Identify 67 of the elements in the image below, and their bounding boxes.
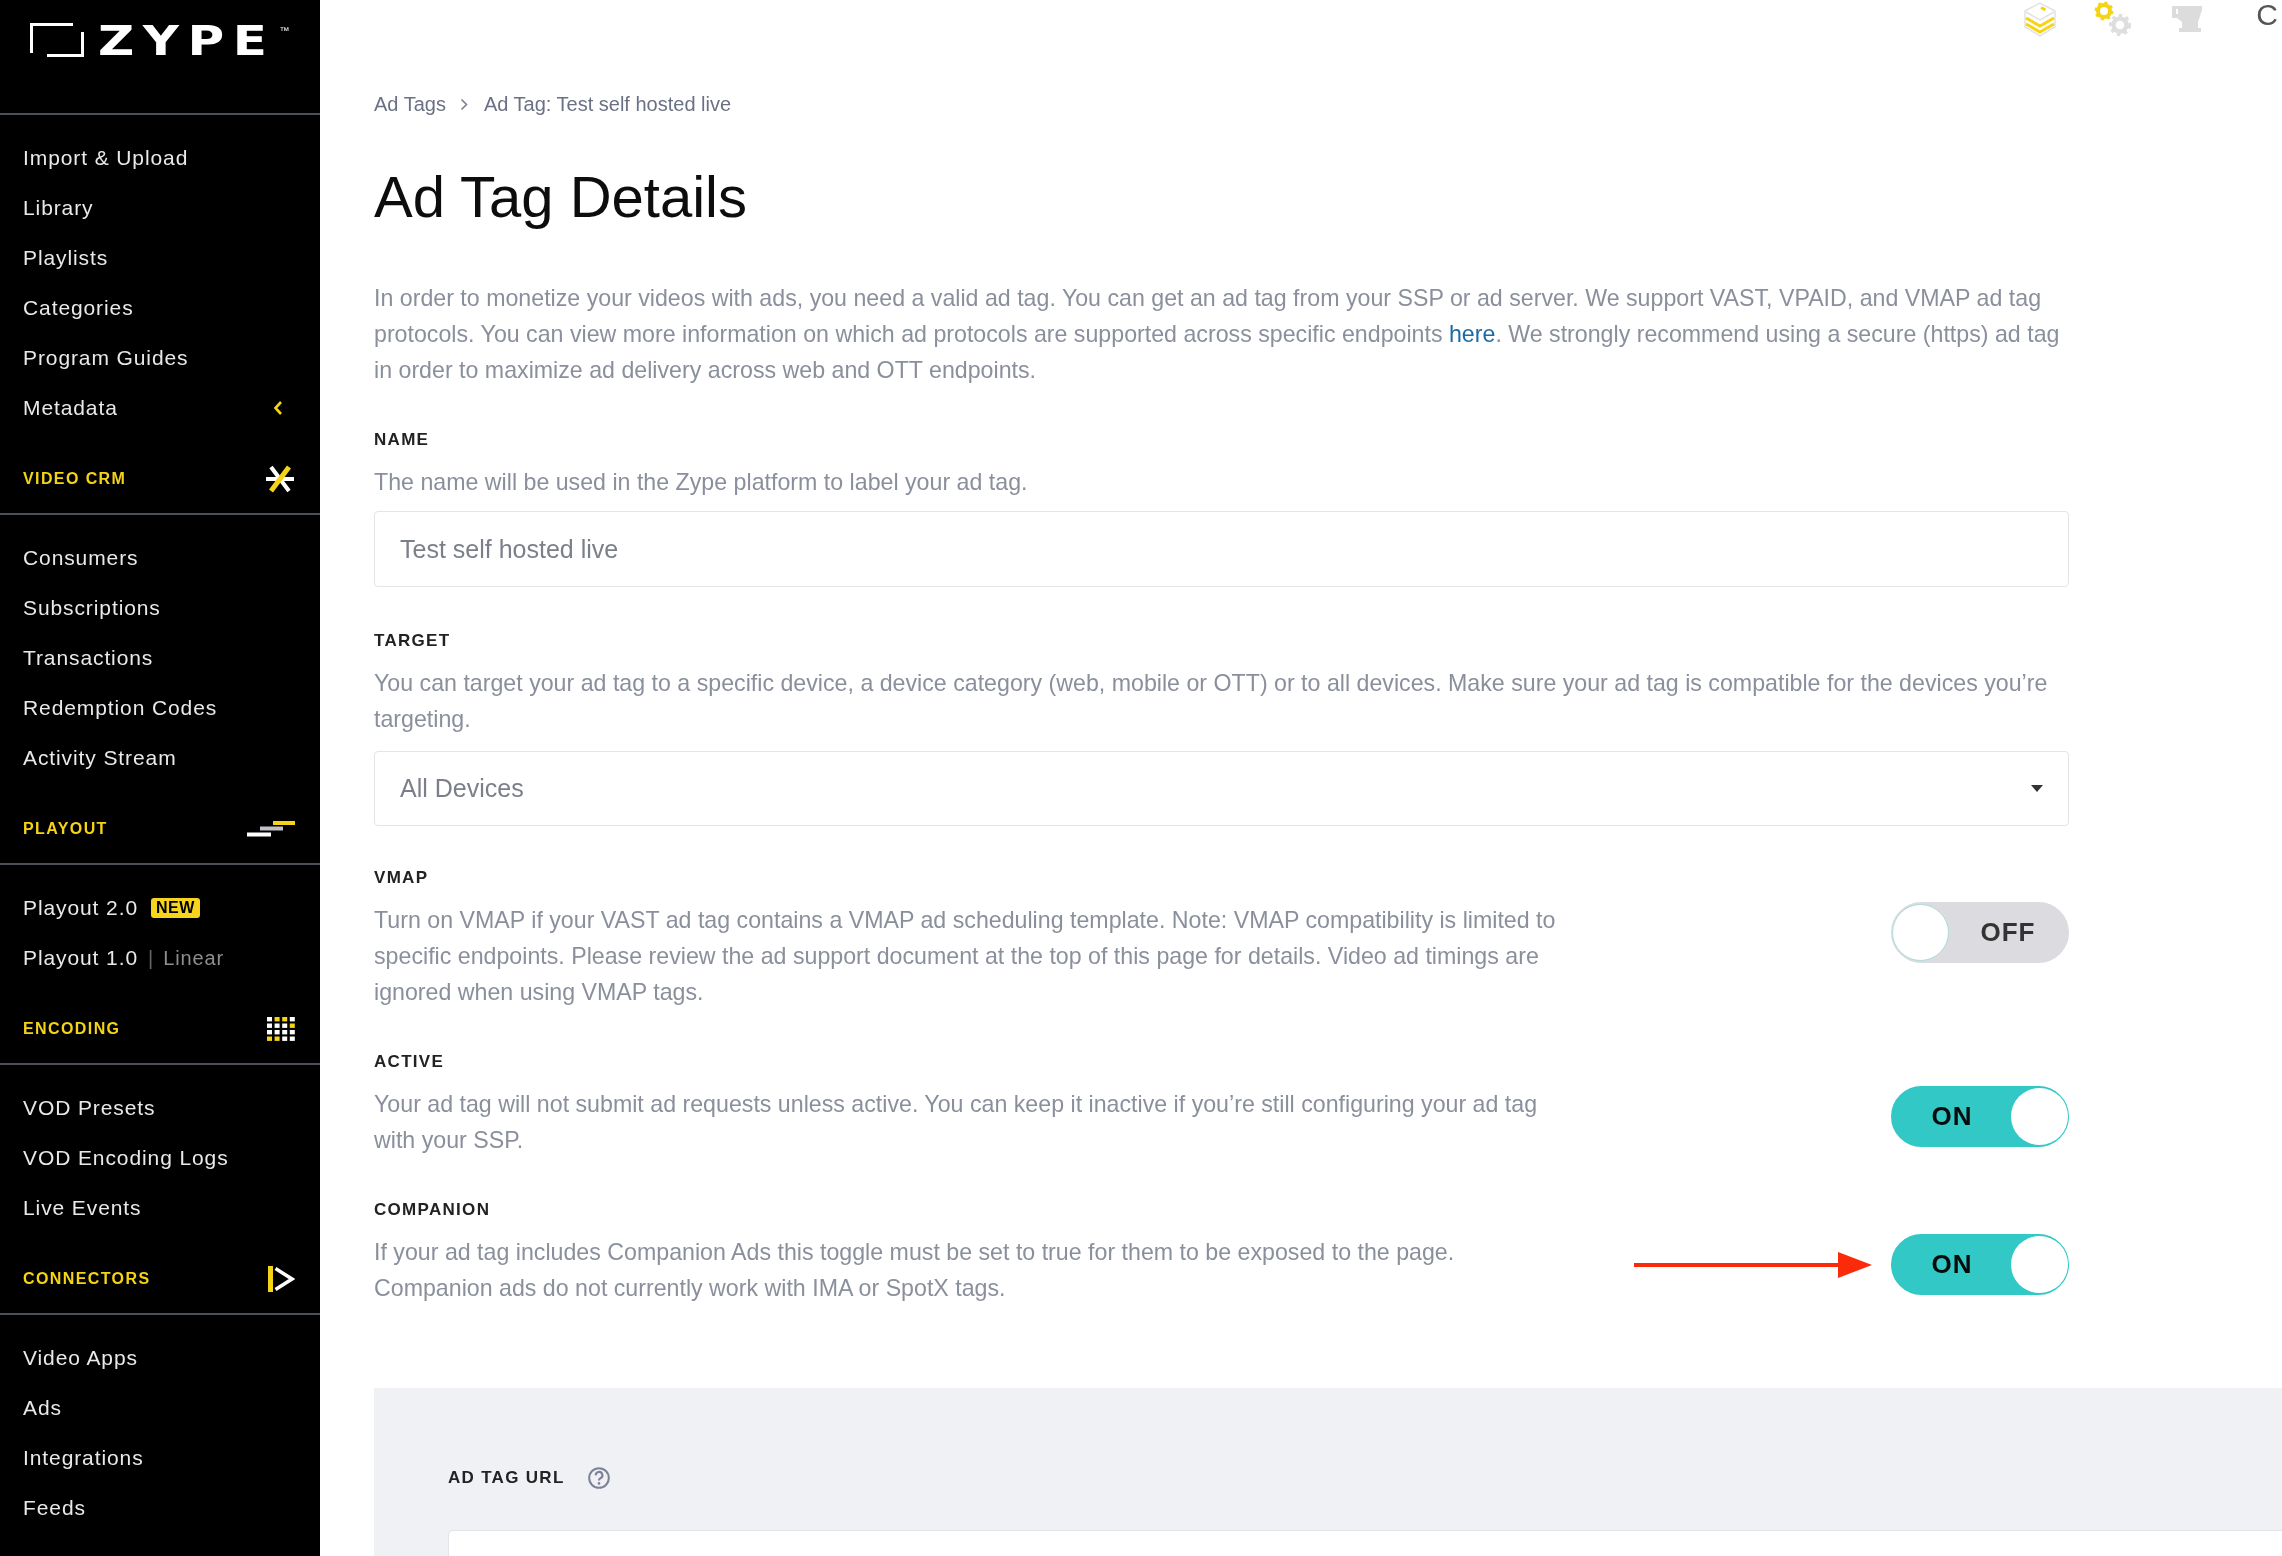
intro-paragraph: In order to monetize your videos with ads, you need a valid ad tag. You can get an ad tag from your SSP or ad server. We support VAST, VPAID, and VMAP ad tag protocols. You can view more information on which ad protocols are supported across specific endpoints here. We strongly recommend using a secure (https) ad tag in order to maximize ad delivery across web and OTT endpoints. — [374, 284, 2061, 385]
separator-text: | — [148, 946, 154, 970]
nav-item[interactable]: Consumers — [23, 546, 139, 570]
nav-item[interactable]: Playout 1.0 — [23, 946, 138, 970]
target-select[interactable]: All Devices — [374, 751, 2069, 826]
nav-item[interactable]: Playlists — [23, 246, 109, 270]
status-badge: NEW — [151, 898, 200, 918]
toggle-switch[interactable]: OFF — [1891, 902, 2069, 963]
field-description: You can target your ad tag to a specific device, a device category (web, mobile or OTT) or to all devices. Make sure your ad tag is compatible for the devices you’re targeting. — [374, 669, 2049, 734]
nav-item[interactable]: Activity Stream — [23, 746, 177, 770]
breadcrumb-current: Ad Tag: Test self hosted live — [483, 92, 732, 117]
nav-item[interactable]: Redemption Codes — [23, 696, 218, 720]
nav-item[interactable]: Transactions — [23, 646, 154, 670]
nav-item[interactable]: Categories — [23, 296, 134, 320]
asterisk-icon — [265, 465, 295, 493]
caret-down-icon — [2031, 785, 2043, 792]
bracket-frame-icon — [30, 23, 84, 57]
nav-item[interactable]: Live Events — [23, 1196, 142, 1220]
nav-item[interactable]: Subscriptions — [23, 596, 161, 620]
name-input[interactable]: Test self hosted live — [374, 511, 2069, 587]
nav-item[interactable]: Video Apps — [23, 1346, 138, 1370]
logo-text: ZYPE — [98, 23, 276, 59]
toggle-knob — [2011, 1088, 2068, 1145]
trademark-sign: ™ — [279, 26, 290, 36]
field-description: Turn on VMAP if your VAST ad tag contains a VMAP ad scheduling template. Note: VMAP compatibility is limited to specific endpoints. Please review the ad support document at the top of this page for details. Video ad timings are ignored when using VMAP tags. — [374, 906, 1557, 1007]
section-heading: CONNECTORS — [23, 1270, 151, 1288]
field-label: COMPANION — [374, 1199, 492, 1221]
field-description: Your ad tag will not submit ad requests unless active. You can keep it inactive if you’re still configuring your ad tag with your SSP. — [374, 1090, 1539, 1155]
nav-item[interactable]: Program Guides — [23, 346, 189, 370]
cup-icon[interactable] — [2172, 4, 2203, 32]
play-icon — [268, 1265, 295, 1293]
nav-item[interactable]: Metadata — [23, 396, 118, 420]
section-heading: VIDEO CRM — [23, 470, 127, 488]
nav-item[interactable]: Import & Upload — [23, 146, 189, 170]
nav-item[interactable]: Ads — [23, 1396, 62, 1420]
toggle-knob — [1892, 904, 1949, 961]
nav-item[interactable]: VOD Presets — [23, 1096, 156, 1120]
nav-note: Linear — [163, 946, 225, 970]
nav-item[interactable]: Feeds — [23, 1496, 86, 1520]
field-label: TARGET — [374, 630, 452, 652]
toggle-knob — [2011, 1236, 2068, 1293]
section-heading: ENCODING — [23, 1020, 121, 1038]
section-heading: PLAYOUT — [23, 820, 108, 838]
chevron-left-icon[interactable] — [273, 400, 283, 416]
url-input[interactable] — [448, 1530, 2282, 1556]
breadcrumb-link[interactable]: Ad Tags — [374, 90, 446, 118]
nav-item[interactable]: Library — [23, 196, 94, 220]
layers-icon[interactable] — [2022, 1, 2059, 39]
field-label: ACTIVE — [374, 1051, 446, 1073]
nav-item[interactable]: Playout 2.0 — [23, 896, 138, 920]
nav-item[interactable]: VOD Encoding Logs — [23, 1146, 229, 1170]
page-title: Ad Tag Details — [374, 163, 748, 231]
stepped-bars-icon — [247, 821, 295, 837]
field-label: NAME — [374, 429, 431, 451]
field-label: VMAP — [374, 867, 430, 889]
chevron-right-icon — [459, 97, 468, 111]
field-label: AD TAG URL — [448, 1467, 565, 1489]
gears-icon[interactable] — [2094, 1, 2133, 37]
toggle-switch[interactable]: ON — [1891, 1086, 2069, 1147]
toggle-switch[interactable]: ON — [1891, 1234, 2069, 1295]
help-icon[interactable] — [587, 1467, 610, 1489]
header-letter[interactable]: C — [2256, 0, 2278, 30]
help-link[interactable]: here — [1448, 321, 1496, 347]
dot-grid-icon — [267, 1017, 295, 1041]
field-description: If your ad tag includes Companion Ads this toggle must be set to true for them to be exposed to the page. Companion ads do not currently work with IMA or SpotX tags. — [374, 1238, 1456, 1303]
field-description: The name will be used in the Zype platform to label your ad tag. — [374, 468, 1028, 497]
nav-item[interactable]: Integrations — [23, 1446, 144, 1470]
